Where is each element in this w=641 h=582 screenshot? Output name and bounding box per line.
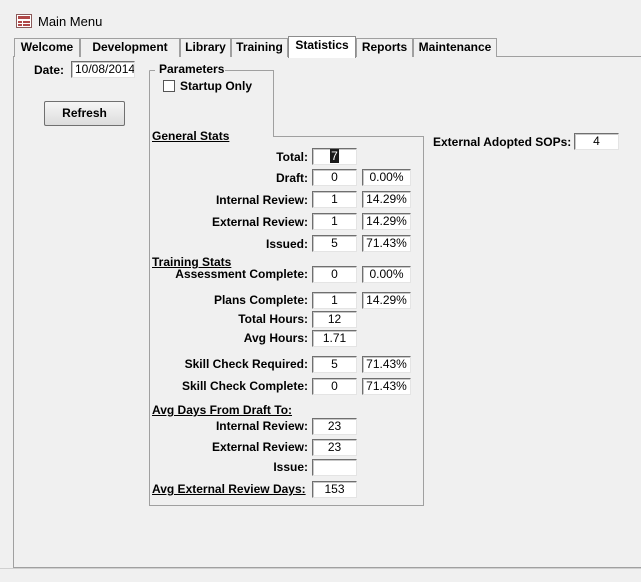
date-field[interactable]: 10/08/2014 xyxy=(71,61,135,78)
total-label: Total: xyxy=(276,150,308,164)
issued-label: Issued: xyxy=(265,237,308,251)
skill-check-complete-label: Skill Check Complete: xyxy=(181,379,308,393)
skill-check-required-field[interactable]: 5 xyxy=(312,356,357,373)
plans-complete-label: Plans Complete: xyxy=(213,293,308,307)
plans-complete-field[interactable]: 1 xyxy=(312,292,357,309)
tab-reports[interactable]: Reports xyxy=(356,38,413,57)
avg-days-issue-field[interactable] xyxy=(312,459,357,476)
avg-days-heading: Avg Days From Draft To: xyxy=(152,403,293,417)
refresh-button[interactable]: Refresh xyxy=(44,101,125,126)
avg-hours-label: Avg Hours: xyxy=(243,331,308,345)
draft-label: Draft: xyxy=(276,171,308,185)
external-review-label: External Review: xyxy=(211,215,308,229)
skill-check-complete-field[interactable]: 0 xyxy=(312,378,357,395)
draft-field[interactable]: 0 xyxy=(312,169,357,186)
assessment-complete-pct-field[interactable]: 0.00% xyxy=(362,266,411,283)
total-hours-field[interactable]: 12 xyxy=(312,311,357,328)
total-hours-label: Total Hours: xyxy=(238,312,308,326)
tab-maintenance[interactable]: Maintenance xyxy=(413,38,497,57)
startup-only-checkbox[interactable] xyxy=(163,80,175,92)
external-review-pct-field[interactable]: 14.29% xyxy=(362,213,411,230)
issued-pct-field[interactable]: 71.43% xyxy=(362,235,411,252)
avg-days-issue-label: Issue: xyxy=(273,460,308,474)
avg-days-internal-review-label: Internal Review: xyxy=(215,419,308,433)
skill-check-required-pct-field[interactable]: 71.43% xyxy=(362,356,411,373)
status-bar xyxy=(0,568,641,582)
avg-days-internal-review-field[interactable]: 23 xyxy=(312,418,357,435)
external-review-field[interactable]: 1 xyxy=(312,213,357,230)
external-adopted-sops-label: External Adopted SOPs: xyxy=(433,135,572,149)
general-stats-heading: General Stats xyxy=(152,129,230,143)
tab-training[interactable]: Training xyxy=(231,38,288,57)
internal-review-field[interactable]: 1 xyxy=(312,191,357,208)
avg-days-external-review-label: External Review: xyxy=(211,440,308,454)
draft-pct-field[interactable]: 0.00% xyxy=(362,169,411,186)
date-label: Date: xyxy=(34,63,65,77)
assessment-complete-label: Assessment Complete: xyxy=(175,267,308,281)
avg-days-external-review-field[interactable]: 23 xyxy=(312,439,357,456)
avg-external-review-days-field[interactable]: 153 xyxy=(312,481,357,498)
total-field[interactable]: 7 xyxy=(312,148,357,165)
external-adopted-sops-field[interactable]: 4 xyxy=(574,133,619,150)
tab-welcome[interactable]: Welcome xyxy=(14,38,80,57)
form-icon xyxy=(16,14,32,28)
internal-review-label: Internal Review: xyxy=(215,193,308,207)
avg-external-review-days-label: Avg External Review Days: xyxy=(152,482,306,496)
assessment-complete-field[interactable]: 0 xyxy=(312,266,357,283)
title-bar: Main Menu xyxy=(0,0,641,36)
skill-check-complete-pct-field[interactable]: 71.43% xyxy=(362,378,411,395)
tab-library[interactable]: Library xyxy=(180,38,231,57)
issued-field[interactable]: 5 xyxy=(312,235,357,252)
window-title: Main Menu xyxy=(38,14,103,29)
plans-complete-pct-field[interactable]: 14.29% xyxy=(362,292,411,309)
avg-hours-field[interactable]: 1.71 xyxy=(312,330,357,347)
tab-statistics[interactable]: Statistics xyxy=(288,36,356,58)
internal-review-pct-field[interactable]: 14.29% xyxy=(362,191,411,208)
tab-development[interactable]: Development xyxy=(80,38,180,57)
startup-only-label: Startup Only xyxy=(180,79,253,93)
parameters-title: Parameters xyxy=(159,62,225,76)
skill-check-required-label: Skill Check Required: xyxy=(184,357,308,371)
